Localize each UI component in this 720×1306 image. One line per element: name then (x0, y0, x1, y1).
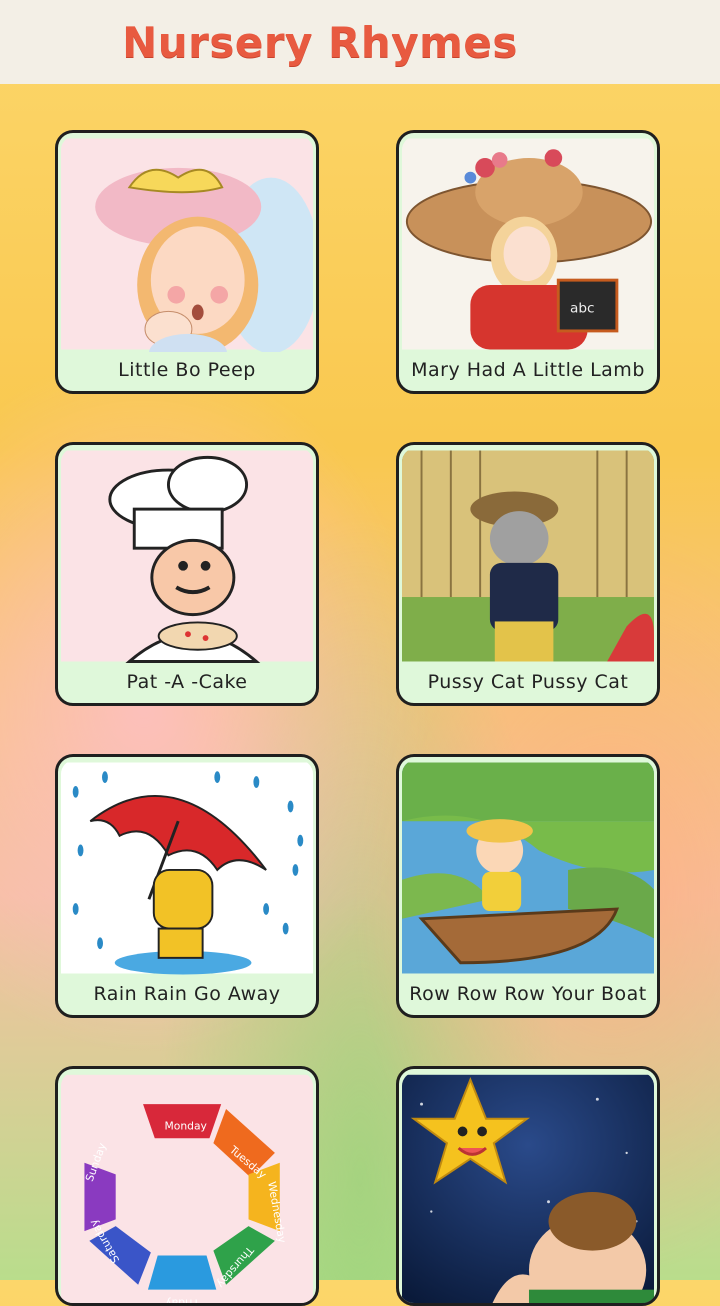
bo-peep-image (61, 136, 313, 352)
rhyme-card-pussy-cat-pussy-cat[interactable]: Pussy Cat Pussy Cat (396, 442, 660, 706)
rhyme-card-label: Row Row Row Your Boat (409, 983, 647, 1005)
rhyme-card-rain-rain-go-away[interactable]: Rain Rain Go Away (55, 754, 319, 1018)
day-label: Friday (165, 1296, 198, 1306)
mary-image: abc (402, 136, 654, 352)
rhyme-card-twinkle-star[interactable] (396, 1066, 660, 1306)
days-of-week-image: Monday Tuesday Wednesday Thursday Friday… (61, 1072, 313, 1306)
page-title: Nursery Rhymes (122, 17, 518, 67)
star-image (402, 1072, 654, 1303)
rhyme-card-label: Pat -A -Cake (126, 671, 248, 693)
rhyme-card-label: Mary Had A Little Lamb (411, 359, 645, 381)
cat-image (402, 448, 654, 664)
rhyme-card-days-of-week[interactable]: Monday Tuesday Wednesday Thursday Friday… (55, 1066, 319, 1306)
day-label: Monday (165, 1119, 208, 1132)
boat-image (402, 760, 654, 976)
rhyme-card-label: Pussy Cat Pussy Cat (427, 671, 629, 693)
chef-image (61, 448, 313, 664)
rhyme-card-label: Rain Rain Go Away (93, 983, 281, 1005)
rhyme-card-row-row-row-your-boat[interactable]: Row Row Row Your Boat (396, 754, 660, 1018)
rhyme-card-label: Little Bo Peep (118, 359, 256, 381)
svg-text:abc: abc (570, 300, 595, 316)
rhyme-card-little-bo-peep[interactable]: Little Bo Peep (55, 130, 319, 394)
rhyme-card-mary-had-a-little-lamb[interactable]: abc Mary Had A Little Lamb (396, 130, 660, 394)
umbrella-image (61, 760, 313, 976)
rhyme-card-pat-a-cake[interactable]: Pat -A -Cake (55, 442, 319, 706)
app-header: Nursery Rhymes (0, 0, 720, 84)
